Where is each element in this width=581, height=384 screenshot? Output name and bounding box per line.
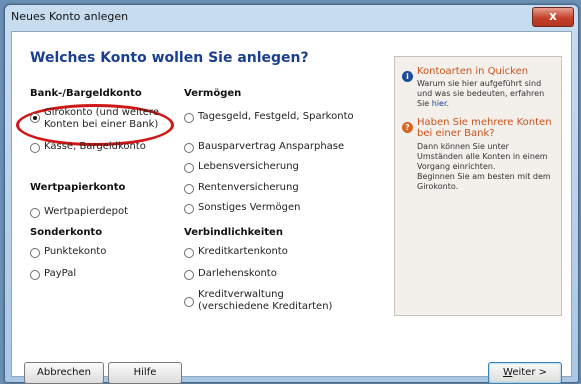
cancel-button[interactable]: Abbrechen bbox=[24, 362, 104, 384]
info-text2-line1: Dann können Sie unter bbox=[417, 142, 509, 151]
radio-rentenversicherung[interactable] bbox=[184, 184, 194, 194]
section-sonder: Sonderkonto bbox=[30, 227, 103, 238]
option-girokonto-line2: Konten bei einer Bank) bbox=[44, 119, 159, 130]
title-bar[interactable]: Neues Konto anlegen x bbox=[5, 5, 578, 29]
option-tagesgeld-label[interactable]: Tagesgeld, Festgeld, Sparkonto bbox=[198, 111, 354, 123]
radio-darlehenskonto[interactable] bbox=[184, 270, 194, 280]
option-paypal-label[interactable]: PayPal bbox=[44, 268, 76, 280]
radio-lebensversicherung[interactable] bbox=[184, 163, 194, 173]
info-text1-line3: Sie hier. bbox=[417, 99, 544, 109]
info-title-account-types: Kontoarten in Quicken bbox=[417, 66, 529, 77]
section-wertpapier: Wertpapierkonto bbox=[30, 182, 126, 193]
radio-kasse[interactable] bbox=[30, 143, 40, 153]
option-wertpapierdepot-label[interactable]: Wertpapierdepot bbox=[44, 206, 128, 218]
info-title2-line2: bei einer Bank? bbox=[417, 128, 495, 139]
info-text-multiple-accounts: Dann können Sie unter Umständen alle Kon… bbox=[417, 142, 551, 192]
info-text2-line3: Vorgang einrichten. bbox=[417, 162, 496, 171]
option-lebensversicherung-label[interactable]: Lebensversicherung bbox=[198, 161, 299, 173]
option-girokonto-label[interactable]: Girokonto (und weitere Konten bei einer … bbox=[44, 107, 159, 131]
page-title: Welches Konto wollen Sie anlegen? bbox=[30, 50, 309, 66]
option-kreditkartenkonto-label[interactable]: Kreditkartenkonto bbox=[198, 246, 288, 258]
info-text1-line3-pre: Sie bbox=[417, 99, 432, 108]
close-button[interactable]: x bbox=[532, 7, 574, 27]
info-link-hier[interactable]: hier bbox=[432, 99, 447, 108]
help-icon: ? bbox=[402, 122, 413, 133]
radio-sonstiges-vermoegen[interactable] bbox=[184, 204, 194, 214]
option-kreditverwaltung-label[interactable]: Kreditverwaltung (verschiedene Kreditart… bbox=[198, 289, 332, 313]
info-title-multiple-accounts: Haben Sie mehrere Konten bei einer Bank? bbox=[417, 117, 552, 139]
info-text1-line2: und was sie bedeuten, erfahren bbox=[417, 89, 545, 98]
option-kreditverwaltung-line1: Kreditverwaltung bbox=[198, 289, 284, 300]
dialog-content: Welches Konto wollen Sie anlegen? Bank-/… bbox=[11, 31, 572, 384]
option-sonstiges-vermoegen-label[interactable]: Sonstiges Vermögen bbox=[198, 202, 300, 214]
radio-tagesgeld[interactable] bbox=[184, 113, 194, 123]
window-title: Neues Konto anlegen bbox=[11, 10, 129, 23]
info-text2-line4: Beginnen Sie am besten mit dem bbox=[417, 172, 551, 181]
radio-kreditverwaltung[interactable] bbox=[184, 297, 194, 307]
next-button-accesskey: W bbox=[503, 367, 513, 378]
radio-girokonto[interactable] bbox=[30, 113, 40, 123]
next-button-label: eiter > bbox=[512, 367, 547, 378]
info-text2-line2: Umständen alle Konten in einem bbox=[417, 152, 548, 161]
dialog-window: Neues Konto anlegen x Welches Konto woll… bbox=[4, 4, 579, 384]
radio-punktekonto[interactable] bbox=[30, 248, 40, 258]
info-icon: i bbox=[402, 71, 413, 82]
section-vermoegen: Vermögen bbox=[184, 88, 242, 99]
option-darlehenskonto-label[interactable]: Darlehenskonto bbox=[198, 268, 277, 280]
next-button[interactable]: Weiter > bbox=[488, 362, 562, 384]
info-text1-line1: Warum sie hier aufgeführt sind bbox=[417, 79, 542, 88]
info-panel: i Kontoarten in Quicken Warum sie hier a… bbox=[394, 56, 562, 316]
info-title2-line1: Haben Sie mehrere Konten bbox=[417, 117, 552, 128]
section-bank: Bank-/Bargeldkonto bbox=[30, 88, 142, 99]
radio-wertpapierdepot[interactable] bbox=[30, 208, 40, 218]
close-icon: x bbox=[549, 9, 557, 23]
radio-bausparvertrag[interactable] bbox=[184, 143, 194, 153]
info-text-account-types: Warum sie hier aufgeführt sind und was s… bbox=[417, 79, 544, 109]
option-girokonto-line1: Girokonto (und weitere bbox=[44, 107, 159, 118]
option-punktekonto-label[interactable]: Punktekonto bbox=[44, 246, 106, 258]
info-text2-line5: Girokonto. bbox=[417, 182, 459, 191]
radio-paypal[interactable] bbox=[30, 270, 40, 280]
help-button[interactable]: Hilfe bbox=[108, 362, 182, 384]
option-kasse-label[interactable]: Kasse, Bargeldkonto bbox=[44, 141, 146, 153]
radio-kreditkartenkonto[interactable] bbox=[184, 248, 194, 258]
option-rentenversicherung-label[interactable]: Rentenversicherung bbox=[198, 182, 299, 194]
section-verbindlichkeiten: Verbindlichkeiten bbox=[184, 227, 283, 238]
option-kreditverwaltung-line2: (verschiedene Kreditarten) bbox=[198, 301, 333, 312]
info-text1-line3-post: . bbox=[446, 99, 450, 108]
option-bausparvertrag-label[interactable]: Bausparvertrag Ansparphase bbox=[198, 141, 344, 153]
